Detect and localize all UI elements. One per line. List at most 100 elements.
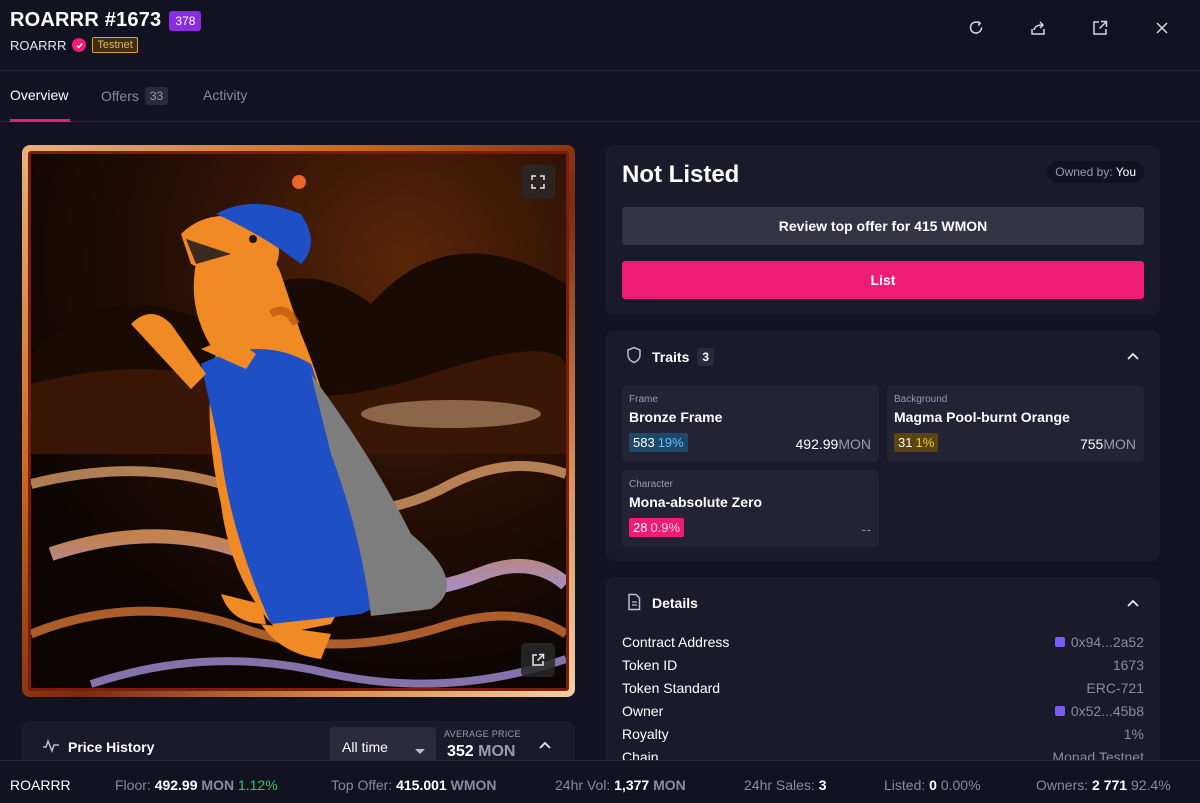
stat-value: 492.99	[154, 777, 198, 793]
trait-count: 31	[898, 435, 913, 450]
traits-card: Traits 3 Frame Bronze Frame 583 19% 492.…	[606, 330, 1160, 561]
trait-price-unit: MON	[838, 436, 871, 452]
average-price-label: AVERAGE PRICE	[444, 729, 521, 739]
trait-count: 583	[633, 435, 655, 450]
trait-floor-price: 492.99MON	[796, 436, 872, 452]
stat-change: 1.12%	[237, 777, 278, 793]
stat-label: 24hr Vol:	[555, 777, 611, 793]
header: ROARRR #1673 378 ROARRR Testnet	[0, 0, 1200, 71]
contract-address-link[interactable]: 0x94...2a52	[1054, 633, 1144, 650]
stat-label: Floor:	[115, 777, 151, 793]
price-history-title: Price History	[68, 739, 155, 755]
fullscreen-button[interactable]	[521, 165, 555, 199]
collection-stats-bar: ROARRR Floor: 492.99 MON 1.12% Top Offer…	[0, 760, 1200, 803]
stat-value: 3	[818, 777, 827, 793]
stat-unit: MON	[201, 777, 235, 793]
collection-row: ROARRR Testnet	[10, 37, 138, 53]
external-link-icon	[530, 652, 546, 668]
trait-percent: 0.9%	[650, 520, 681, 535]
open-media-button[interactable]	[521, 643, 555, 677]
external-link-icon[interactable]	[1090, 18, 1110, 38]
tab-bar: Overview Offers 33 Activity	[0, 71, 1200, 122]
trait-count: 28	[633, 520, 648, 535]
detail-value: 1%	[1123, 725, 1144, 742]
stat-owners: Owners: 2 771 92.4%	[1036, 777, 1171, 793]
stat-listed: Listed: 0 0.00%	[884, 777, 981, 793]
average-price-number: 352	[447, 743, 474, 760]
stat-unit: MON	[653, 777, 686, 793]
trait-category: Background	[894, 394, 948, 405]
trait-value: Mona-absolute Zero	[629, 494, 763, 510]
monad-icon	[1054, 636, 1065, 647]
stat-24h-sales: 24hr Sales: 3	[744, 777, 827, 793]
traits-header[interactable]: Traits 3	[652, 348, 715, 366]
active-tab-indicator	[10, 119, 70, 122]
trait-card[interactable]: Frame Bronze Frame 583 19% 492.99MON	[622, 385, 879, 462]
trait-card[interactable]: Character Mona-absolute Zero 28 0.9% --	[622, 470, 879, 547]
offers-count: 33	[144, 87, 169, 105]
stats-collection-name[interactable]: ROARRR	[10, 777, 71, 793]
caret-down-icon	[414, 743, 426, 759]
average-price-value: 352 MON	[447, 743, 515, 761]
trait-price-unit: MON	[1103, 436, 1136, 452]
trait-value: Magma Pool-burnt Orange	[894, 409, 1070, 425]
stat-label: Top Offer:	[331, 777, 393, 793]
stat-label: Owners:	[1036, 777, 1089, 793]
trait-floor-price: --	[861, 521, 871, 537]
listing-status: Not Listed	[622, 161, 740, 188]
refresh-icon[interactable]	[966, 18, 986, 38]
trait-rarity-pill: 28 0.9%	[629, 518, 685, 537]
detail-key: Token ID	[622, 656, 678, 673]
trait-price-number: 492.99	[795, 436, 839, 452]
details-title[interactable]: Details	[652, 595, 698, 611]
collection-link[interactable]: ROARRR	[10, 38, 66, 53]
stat-value: 0	[929, 777, 937, 793]
detail-row-owner: Owner 0x52...45b8	[622, 699, 1144, 722]
stat-floor: Floor: 492.99 MON 1.12%	[115, 777, 278, 793]
trait-category: Character	[629, 479, 673, 490]
stat-unit: WMON	[450, 777, 497, 793]
monad-icon	[1054, 705, 1065, 716]
activity-icon	[42, 738, 60, 759]
page-title: ROARRR #1673	[10, 9, 162, 31]
detail-row-token-id: Token ID 1673	[622, 653, 1144, 676]
trait-card[interactable]: Background Magma Pool-burnt Orange 31 1%…	[887, 385, 1144, 462]
review-offer-button[interactable]: Review top offer for 415 WMON	[622, 207, 1144, 245]
owner-address-link[interactable]: 0x52...45b8	[1054, 703, 1144, 719]
detail-value: 0x94...2a52	[1070, 633, 1144, 650]
tab-activity[interactable]: Activity	[203, 87, 247, 103]
tab-offers[interactable]: Offers 33	[101, 87, 169, 105]
listing-card: Not Listed Owned by: You Review top offe…	[606, 145, 1160, 315]
stat-value: 1,377	[614, 777, 650, 793]
trait-floor-price: 755MON	[1080, 436, 1136, 452]
verified-icon	[72, 38, 87, 52]
title-row: ROARRR #1673 378	[10, 9, 202, 32]
chevron-up-icon[interactable]	[538, 737, 552, 755]
stat-value: 2 771	[1092, 777, 1128, 793]
tab-overview[interactable]: Overview	[10, 87, 68, 103]
stat-label: Listed:	[884, 777, 926, 793]
detail-value: 1673	[1112, 656, 1144, 673]
stat-value: 415.001	[396, 777, 447, 793]
trait-value: Bronze Frame	[629, 409, 723, 425]
close-icon[interactable]	[1152, 18, 1172, 38]
document-icon	[626, 593, 642, 616]
share-icon[interactable]	[1028, 18, 1048, 38]
stat-top-offer: Top Offer: 415.001 WMON	[331, 777, 497, 793]
traits-title: Traits	[652, 349, 690, 365]
nft-artwork[interactable]	[28, 151, 569, 691]
trait-rarity-pill: 583 19%	[629, 433, 688, 452]
detail-key: Royalty	[622, 725, 669, 742]
list-button[interactable]: List	[622, 261, 1144, 299]
stat-24h-volume: 24hr Vol: 1,377 MON	[555, 777, 686, 793]
trait-rarity-pill: 31 1%	[894, 433, 939, 452]
detail-row-royalty: Royalty 1%	[622, 722, 1144, 745]
trait-percent: 1%	[915, 435, 935, 450]
owned-by-label: Owned by:	[1055, 165, 1113, 179]
expand-icon	[530, 174, 546, 190]
chevron-up-icon[interactable]	[1126, 348, 1140, 366]
chevron-up-icon[interactable]	[1126, 595, 1140, 613]
detail-key: Token Standard	[622, 679, 721, 696]
testnet-badge: Testnet	[92, 37, 138, 53]
trait-price-number: 755	[1079, 436, 1104, 452]
